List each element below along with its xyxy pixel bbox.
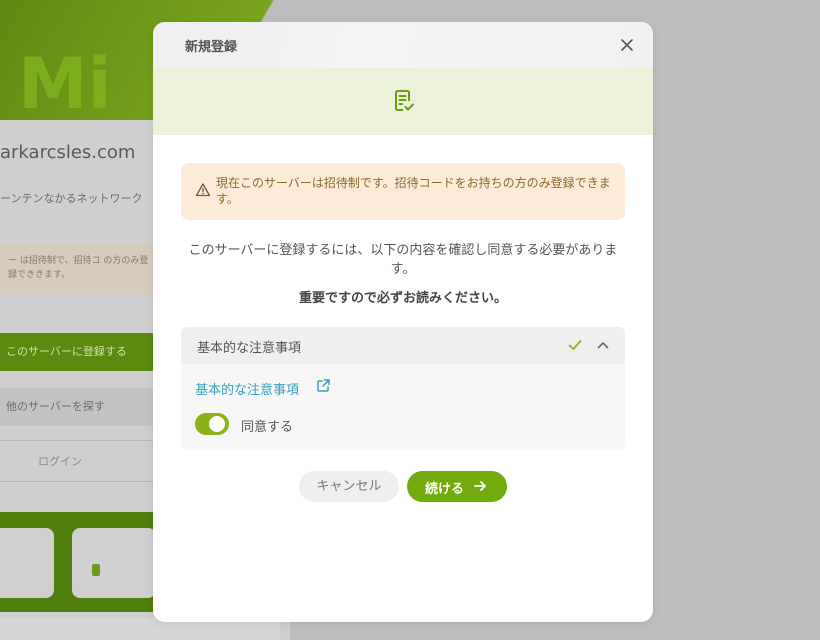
intro-text: このサーバーに登録するには、以下の内容を確認し同意する必要があります。	[188, 243, 618, 277]
continue-label: 続ける	[425, 482, 465, 497]
agree-label: 同意する	[241, 420, 294, 435]
background-signup-button: このサーバーに登録する	[0, 333, 170, 371]
agree-toggle[interactable]	[195, 413, 229, 435]
warning-triangle-icon	[195, 183, 211, 197]
warning-text: 現在このサーバーは招待制です。招待コードをお持ちの方のみ登録できます。	[216, 176, 611, 206]
background-warning: ー は招待制で、招待コ の方のみ登録でききます。	[0, 244, 155, 294]
background-card	[0, 528, 54, 598]
background-card	[72, 528, 156, 598]
check-icon	[568, 340, 582, 350]
terms-section-header[interactable]: 基本的な注意事項	[181, 327, 625, 364]
intro-important: 重要ですので必ずお読みください。	[298, 291, 507, 306]
background-host: arkarcsles.com	[0, 142, 136, 163]
chevron-up-icon[interactable]	[595, 337, 611, 353]
terms-section: 基本的な注意事項 基本的な注意事項 同意する	[181, 327, 625, 450]
cancel-button[interactable]: キャンセル	[299, 471, 399, 502]
background-tabs: ログイン	[0, 440, 170, 482]
close-icon[interactable]	[616, 34, 638, 56]
dialog-header: 新規登録	[153, 22, 653, 68]
terms-section-title: 基本的な注意事項	[197, 341, 302, 356]
terms-link[interactable]: 基本的な注意事項	[195, 379, 299, 398]
background-logo: Mi	[18, 43, 112, 125]
document-check-icon	[395, 90, 414, 111]
external-link-icon[interactable]	[316, 378, 331, 393]
toggle-knob	[209, 416, 225, 432]
continue-button[interactable]: 続ける	[407, 471, 507, 502]
arrow-right-icon	[474, 481, 486, 491]
background-explore-button: 他のサーバーを探す	[0, 388, 170, 426]
background-description: ーンテンなかるネットワーク	[0, 192, 143, 205]
invite-only-warning: 現在このサーバーは招待制です。招待コードをお持ちの方のみ登録できます。	[181, 163, 625, 220]
signup-dialog: 新規登録 現在このサーバーは招待制です。招待コードをお持ちの方のみ登録できます。…	[153, 22, 653, 622]
dialog-title: 新規登録	[185, 40, 238, 55]
